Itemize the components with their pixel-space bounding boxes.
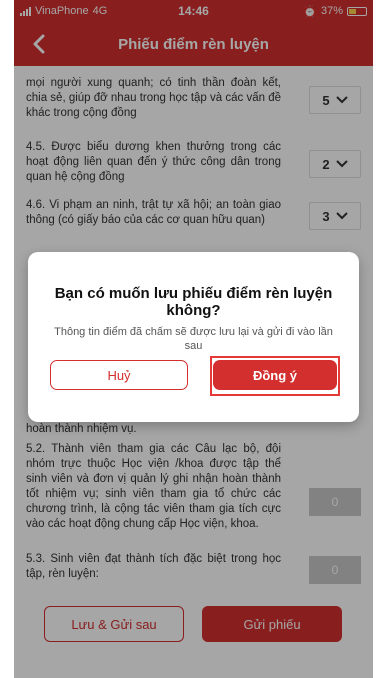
confirm-button[interactable]: Đồng ý xyxy=(213,360,337,390)
cancel-button[interactable]: Huỷ xyxy=(50,360,188,390)
dialog-message: Thông tin điểm đã chấm sẽ được lưu lại v… xyxy=(54,326,333,352)
app-screen: VinaPhone 4G 14:46 ⏰ 37% Phiếu điểm rèn … xyxy=(14,0,373,678)
dialog-title: Bạn có muốn lưu phiếu điểm rèn luyện khô… xyxy=(54,285,333,319)
save-confirm-dialog: Bạn có muốn lưu phiếu điểm rèn luyện khô… xyxy=(28,252,359,422)
